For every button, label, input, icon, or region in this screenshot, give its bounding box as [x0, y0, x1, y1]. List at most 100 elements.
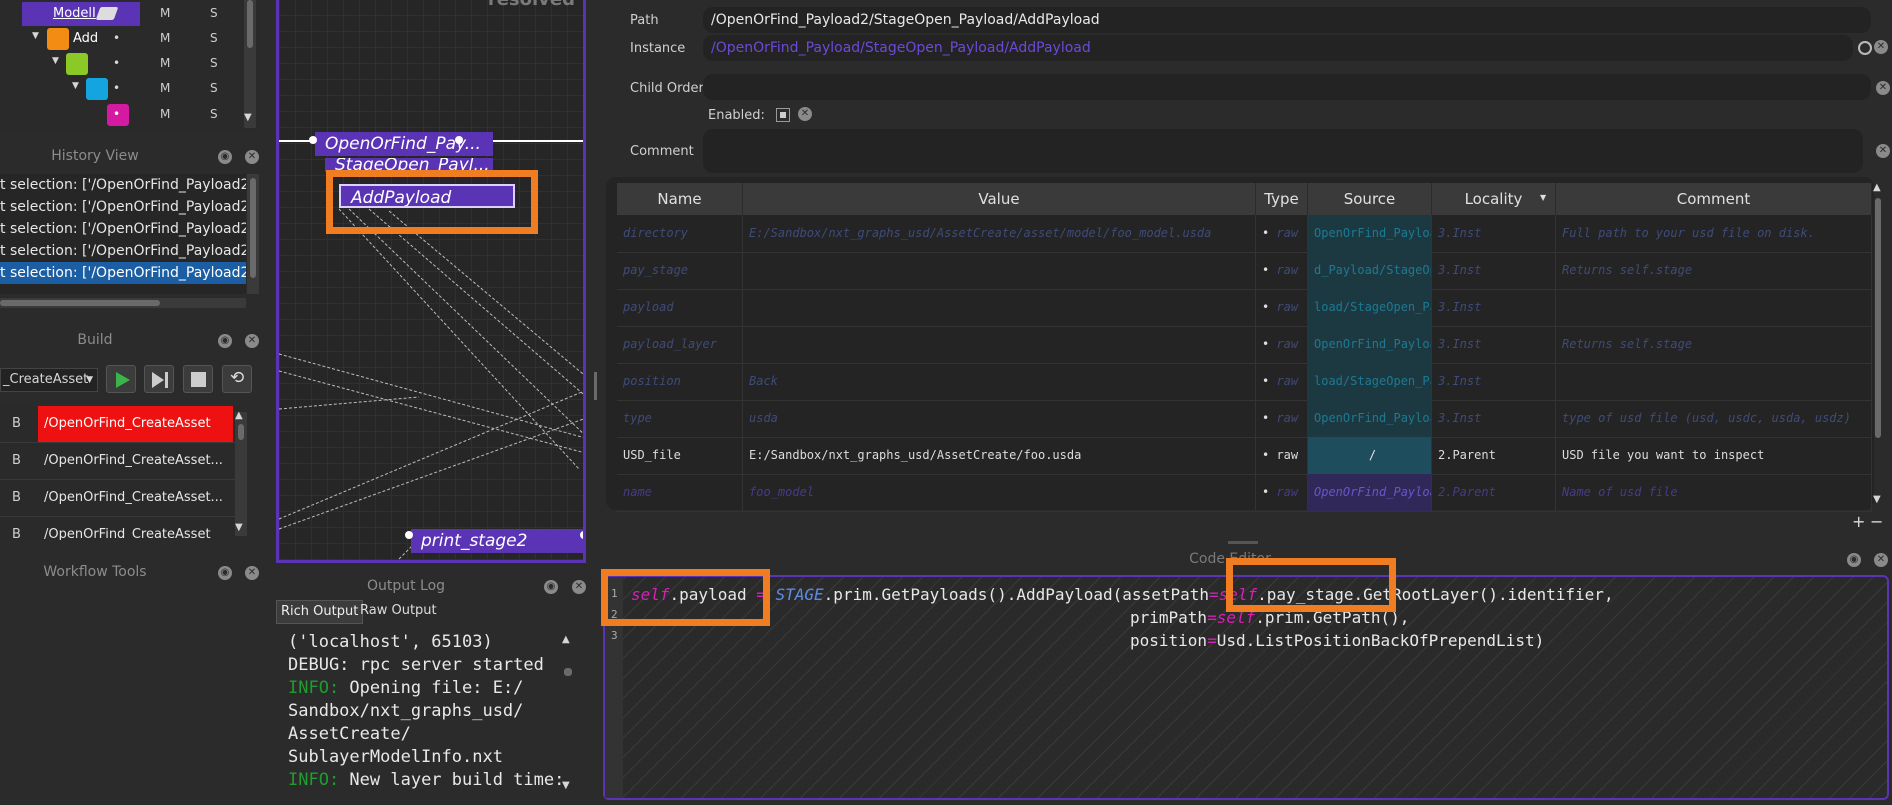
tree-row[interactable]: ▼ Add • M S: [0, 27, 260, 51]
history-hscrollbar[interactable]: [0, 298, 246, 308]
build-row-path[interactable]: /OpenOrFind_CreateAsset: [38, 517, 233, 540]
scroll-down-arrow-icon[interactable]: ▼: [1873, 494, 1881, 505]
float-panel-icon[interactable]: ◉: [218, 150, 232, 164]
table-row[interactable]: directory E:/Sandbox/nxt_graphs_usd/Asset…: [617, 215, 1872, 253]
tree-row[interactable]: • M S: [0, 103, 260, 127]
solo-toggle[interactable]: S: [210, 81, 218, 95]
mute-toggle[interactable]: M: [160, 31, 170, 45]
table-cell-source[interactable]: /: [1308, 437, 1432, 474]
table-cell-type[interactable]: • raw: [1256, 215, 1308, 252]
table-cell-value[interactable]: [743, 326, 1256, 363]
table-cell-name[interactable]: pay_stage: [617, 252, 743, 289]
table-row[interactable]: name foo_model • raw OpenOrFind_Payload 2.Pa…: [617, 474, 1872, 512]
scroll-up-arrow-icon[interactable]: ▲: [1873, 182, 1881, 193]
attr-scrollbar[interactable]: ▲ ▼: [1872, 182, 1884, 508]
expand-arrow-icon[interactable]: ▼: [52, 56, 59, 66]
table-cell-source[interactable]: load/StageOpen_Pay: [1308, 289, 1432, 326]
table-cell-type[interactable]: • raw: [1256, 326, 1308, 363]
revert-icon[interactable]: ✕: [1874, 40, 1888, 54]
reset-button[interactable]: ⟲: [222, 365, 252, 393]
history-vscrollbar[interactable]: [247, 174, 259, 294]
table-cell-locality[interactable]: 3.Inst: [1432, 289, 1556, 326]
table-cell-name[interactable]: type: [617, 400, 743, 437]
enabled-checkbox[interactable]: [776, 108, 790, 122]
tree-row[interactable]: ModelI M S: [0, 2, 260, 26]
table-cell-type[interactable]: • raw: [1256, 474, 1308, 511]
scroll-down-arrow-icon[interactable]: ▼: [235, 522, 243, 533]
code-editor-splitter[interactable]: [1228, 541, 1258, 544]
graph-view[interactable]: resolved OpenOrFind_Pay... StageOpen_Pay…: [276, 0, 586, 563]
build-row[interactable]: B /OpenOrFind_CreateAsset: [0, 406, 240, 443]
table-cell-comment[interactable]: Name of usd file: [1556, 474, 1872, 511]
build-row[interactable]: B /OpenOrFind_CreateAsset: [0, 517, 240, 540]
table-row[interactable]: USD_file E:/Sandbox/nxt_graphs_usd/AssetC…: [617, 437, 1872, 475]
table-row[interactable]: pay_stage • raw d_Payload/StageOpe 3.Inst Re…: [617, 252, 1872, 290]
path-field[interactable]: /OpenOrFind_Payload2/StageOpen_Payload/A…: [703, 7, 1871, 33]
build-target-dropdown[interactable]: _CreateAsset ▼: [0, 368, 98, 392]
node-openorfind-payload[interactable]: OpenOrFind_Pay...: [315, 132, 493, 156]
close-panel-icon[interactable]: ✕: [1874, 553, 1888, 567]
solo-toggle[interactable]: S: [210, 107, 218, 121]
solo-toggle[interactable]: S: [210, 56, 218, 70]
close-panel-icon[interactable]: ✕: [245, 150, 259, 164]
table-row[interactable]: payload_layer • raw OpenOrFind_Payload 3.In…: [617, 326, 1872, 364]
table-cell-locality[interactable]: 2.Parent: [1432, 474, 1556, 511]
table-row[interactable]: type usda • raw OpenOrFind_Payload 3.Inst typ…: [617, 400, 1872, 438]
table-cell-locality[interactable]: 2.Parent: [1432, 437, 1556, 474]
table-cell-source[interactable]: OpenOrFind_Payload: [1308, 474, 1432, 511]
col-header-source[interactable]: Source: [1308, 183, 1432, 215]
table-cell-value[interactable]: usda: [743, 400, 1256, 437]
table-cell-type[interactable]: • raw: [1256, 437, 1308, 474]
table-row[interactable]: payload • raw load/StageOpen_Pay 3.Inst: [617, 289, 1872, 327]
table-cell-value[interactable]: E:/Sandbox/nxt_graphs_usd/AssetCreate/fo…: [743, 437, 1256, 474]
expand-arrow-icon[interactable]: ▼: [72, 81, 79, 91]
col-header-name[interactable]: Name: [617, 183, 743, 215]
table-cell-comment[interactable]: Returns self.stage: [1556, 326, 1872, 363]
scroll-down-arrow-icon[interactable]: ▼: [244, 112, 252, 123]
build-row-path[interactable]: /OpenOrFind_CreateAsset...: [38, 480, 233, 516]
close-panel-icon[interactable]: ✕: [245, 566, 259, 580]
mute-toggle[interactable]: M: [160, 81, 170, 95]
layer-name[interactable]: ModelI: [53, 6, 96, 21]
history-item[interactable]: t selection: ['/OpenOrFind_Payload2']: [0, 240, 246, 262]
table-cell-comment[interactable]: USD file you want to inspect: [1556, 437, 1872, 474]
revert-icon[interactable]: ✕: [1876, 144, 1890, 158]
table-cell-name[interactable]: USD_file: [617, 437, 743, 474]
build-row-path[interactable]: /OpenOrFind_CreateAsset...: [38, 443, 233, 479]
history-item[interactable]: t selection: ['/OpenOrFind_Payload2']: [0, 174, 246, 196]
col-header-comment[interactable]: Comment: [1556, 183, 1872, 215]
table-cell-locality[interactable]: 3.Inst: [1432, 252, 1556, 289]
port-dot[interactable]: [405, 531, 413, 539]
expand-arrow-icon[interactable]: ▼: [32, 31, 39, 41]
table-cell-source[interactable]: OpenOrFind_Payload: [1308, 400, 1432, 437]
table-cell-value[interactable]: E:/Sandbox/nxt_graphs_usd/AssetCreate/as…: [743, 215, 1256, 252]
step-button[interactable]: [144, 365, 174, 393]
revert-icon[interactable]: ✕: [1876, 81, 1890, 95]
table-cell-locality[interactable]: 3.Inst: [1432, 400, 1556, 437]
table-cell-value[interactable]: [743, 252, 1256, 289]
table-cell-name[interactable]: position: [617, 363, 743, 400]
table-cell-source[interactable]: OpenOrFind_Payload: [1308, 326, 1432, 363]
table-cell-type[interactable]: • raw: [1256, 289, 1308, 326]
table-cell-name[interactable]: payload_layer: [617, 326, 743, 363]
table-cell-name[interactable]: name: [617, 474, 743, 511]
code-line-1[interactable]: self.payload = STAGE.prim.GetPayloads().…: [631, 585, 1614, 604]
scroll-thumb[interactable]: [564, 668, 572, 676]
stop-button[interactable]: [183, 365, 213, 393]
node-print-stage2[interactable]: print_stage2: [411, 529, 583, 553]
table-cell-locality[interactable]: 3.Inst: [1432, 363, 1556, 400]
history-item-selected[interactable]: t selection: ['/OpenOrFind_Payload2/S: [0, 262, 246, 284]
locate-icon[interactable]: [1858, 41, 1872, 55]
table-cell-source[interactable]: load/StageOpen_Pay: [1308, 363, 1432, 400]
table-cell-value[interactable]: [743, 289, 1256, 326]
mute-toggle[interactable]: M: [160, 6, 170, 20]
float-panel-icon[interactable]: ◉: [544, 580, 558, 594]
col-header-locality[interactable]: Locality: [1432, 183, 1556, 215]
comment-field[interactable]: [703, 129, 1863, 173]
port-dot[interactable]: [455, 136, 463, 144]
table-cell-comment[interactable]: [1556, 289, 1872, 326]
table-cell-source[interactable]: OpenOrFind_Payload: [1308, 215, 1432, 252]
build-scrollbar[interactable]: ▲ ▼: [235, 410, 247, 536]
code-line-3[interactable]: position=Usd.ListPositionBackOfPrependLi…: [1130, 631, 1544, 650]
history-item[interactable]: t selection: ['/OpenOrFind_Payload2/S: [0, 196, 246, 218]
